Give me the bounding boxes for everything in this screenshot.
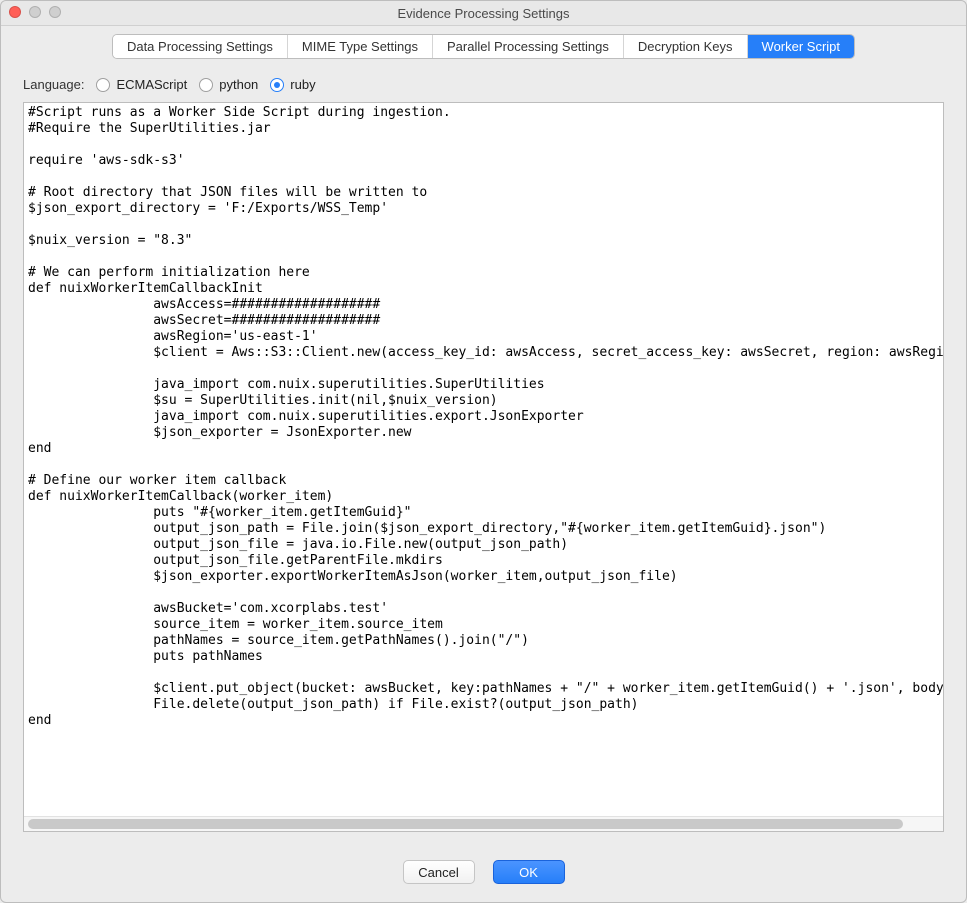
radio-dot-icon [96,78,110,92]
settings-window: Evidence Processing Settings Data Proces… [0,0,967,903]
radio-label: ruby [290,77,315,92]
tab-data-processing[interactable]: Data Processing Settings [113,35,288,58]
cancel-button[interactable]: Cancel [403,860,475,884]
close-icon[interactable] [9,6,21,18]
language-label: Language: [23,77,84,92]
radio-label: ECMAScript [116,77,187,92]
radio-python[interactable]: python [199,77,258,92]
script-editor[interactable]: #Script runs as a Worker Side Script dur… [24,103,943,816]
dialog-buttons: Cancel OK [1,840,966,902]
zoom-icon[interactable] [49,6,61,18]
minimize-icon[interactable] [29,6,41,18]
radio-dot-icon [270,78,284,92]
radio-dot-icon [199,78,213,92]
tab-row: Data Processing Settings MIME Type Setti… [1,26,966,59]
language-row: Language: ECMAScript python ruby [1,59,966,98]
radio-ecmascript[interactable]: ECMAScript [96,77,187,92]
tab-mime-type[interactable]: MIME Type Settings [288,35,433,58]
window-controls [9,6,61,18]
tab-bar: Data Processing Settings MIME Type Setti… [112,34,855,59]
tab-worker-script[interactable]: Worker Script [748,35,855,58]
horizontal-scrollbar[interactable] [24,816,943,831]
scrollbar-thumb[interactable] [28,819,903,829]
ok-button[interactable]: OK [493,860,565,884]
tab-parallel-processing[interactable]: Parallel Processing Settings [433,35,624,58]
radio-ruby[interactable]: ruby [270,77,315,92]
window-title: Evidence Processing Settings [1,6,966,21]
radio-label: python [219,77,258,92]
script-editor-frame: #Script runs as a Worker Side Script dur… [23,102,944,832]
tab-decryption-keys[interactable]: Decryption Keys [624,35,748,58]
titlebar: Evidence Processing Settings [1,1,966,26]
script-content: #Script runs as a Worker Side Script dur… [28,105,939,729]
